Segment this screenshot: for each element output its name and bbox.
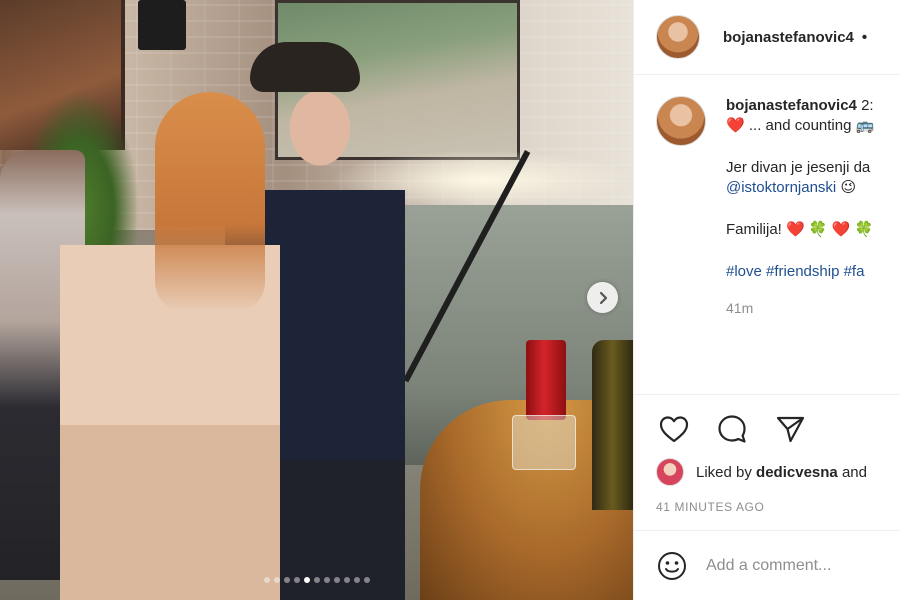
carousel-dot bbox=[283, 577, 290, 583]
instagram-post: bojanastefanovic4 • bojanastefanovic4 2:… bbox=[0, 0, 900, 600]
action-bar bbox=[634, 394, 900, 447]
carousel-next-button[interactable] bbox=[587, 282, 618, 313]
caption-row: bojanastefanovic4 2: ❤️ ... and counting… bbox=[656, 96, 900, 318]
glass bbox=[512, 415, 576, 470]
post-header: bojanastefanovic4 • bbox=[634, 0, 900, 75]
man-hair bbox=[250, 42, 360, 92]
likes-prefix: Liked by bbox=[696, 463, 752, 481]
carousel-dot bbox=[303, 577, 310, 583]
heart-outline-icon bbox=[659, 416, 689, 443]
comment-button[interactable] bbox=[714, 411, 750, 447]
heart-emoji: ❤️ bbox=[831, 221, 851, 238]
post-time[interactable]: 41 MINUTES AGO bbox=[656, 500, 764, 514]
caption-username[interactable]: bojanastefanovic4 bbox=[726, 97, 857, 114]
avatar[interactable] bbox=[656, 15, 700, 59]
comment-bar bbox=[634, 530, 900, 600]
bottle bbox=[592, 340, 633, 510]
carousel-dot bbox=[313, 577, 320, 583]
wink-emoji: 😉 bbox=[840, 179, 857, 196]
caption-line-4: Familija! ❤️ 🍀 ❤️ 🍀 bbox=[726, 220, 900, 240]
relative-time: 41m bbox=[726, 300, 754, 316]
post-sidebar: bojanastefanovic4 • bojanastefanovic4 2:… bbox=[633, 0, 900, 600]
soda-can bbox=[526, 340, 566, 420]
likes-summary: Liked by dedicvesna and bbox=[656, 458, 867, 486]
carousel-indicator bbox=[0, 577, 633, 583]
carousel-dot bbox=[353, 577, 360, 583]
caption-line-3: @istoktornjanski 😉 bbox=[726, 178, 900, 198]
carousel-dot bbox=[293, 577, 300, 583]
likes-suffix: and bbox=[841, 463, 867, 481]
carousel-dot bbox=[363, 577, 370, 583]
caption-text-1: ... and counting bbox=[748, 117, 852, 134]
clover-emoji: 🍀 bbox=[854, 221, 874, 238]
bus-emoji: 🚌 bbox=[855, 117, 875, 134]
emoji-button[interactable] bbox=[656, 548, 688, 584]
chevron-right-icon bbox=[599, 291, 607, 304]
carousel-dot bbox=[333, 577, 340, 583]
liker-avatar[interactable] bbox=[656, 458, 684, 486]
clover-emoji: 🍀 bbox=[808, 221, 828, 238]
comment-bubble-icon bbox=[718, 415, 746, 443]
liker-username[interactable]: dedicvesna bbox=[756, 464, 838, 481]
caption-text-4: Familija! bbox=[726, 221, 782, 238]
header-username[interactable]: bojanastefanovic4 bbox=[723, 29, 854, 46]
paper-plane-icon bbox=[776, 416, 805, 443]
caption-avatar[interactable] bbox=[656, 96, 706, 146]
caption-timestamp: 2: bbox=[861, 97, 874, 114]
carousel-dot bbox=[263, 577, 270, 583]
heart-emoji: ❤️ bbox=[726, 117, 745, 134]
header-separator: • bbox=[861, 28, 868, 46]
hashtags[interactable]: #love #friendship #fa bbox=[726, 262, 900, 282]
carousel-dot bbox=[273, 577, 280, 583]
woman-hair bbox=[155, 92, 265, 312]
carousel-dot bbox=[323, 577, 330, 583]
mention-link[interactable]: @istoktornjanski bbox=[726, 179, 836, 196]
like-button[interactable] bbox=[656, 411, 692, 447]
likes-text: Liked by dedicvesna and bbox=[696, 464, 867, 481]
caption-area: bojanastefanovic4 2: ❤️ ... and counting… bbox=[634, 76, 900, 394]
comment-input[interactable] bbox=[706, 556, 900, 575]
carousel-dot bbox=[343, 577, 350, 583]
caption-header-line: bojanastefanovic4 2: bbox=[726, 96, 900, 116]
heart-emoji: ❤️ bbox=[786, 221, 805, 238]
caption-text-2: Jer divan je jesenji da bbox=[726, 159, 871, 176]
caption-line-1: ❤️ ... and counting 🚌 bbox=[726, 116, 900, 136]
caption-body: bojanastefanovic4 2: ❤️ ... and counting… bbox=[726, 96, 900, 318]
speaker bbox=[138, 0, 186, 50]
smiley-face-icon bbox=[658, 551, 686, 580]
share-button[interactable] bbox=[772, 411, 808, 447]
post-photo[interactable] bbox=[0, 0, 633, 600]
